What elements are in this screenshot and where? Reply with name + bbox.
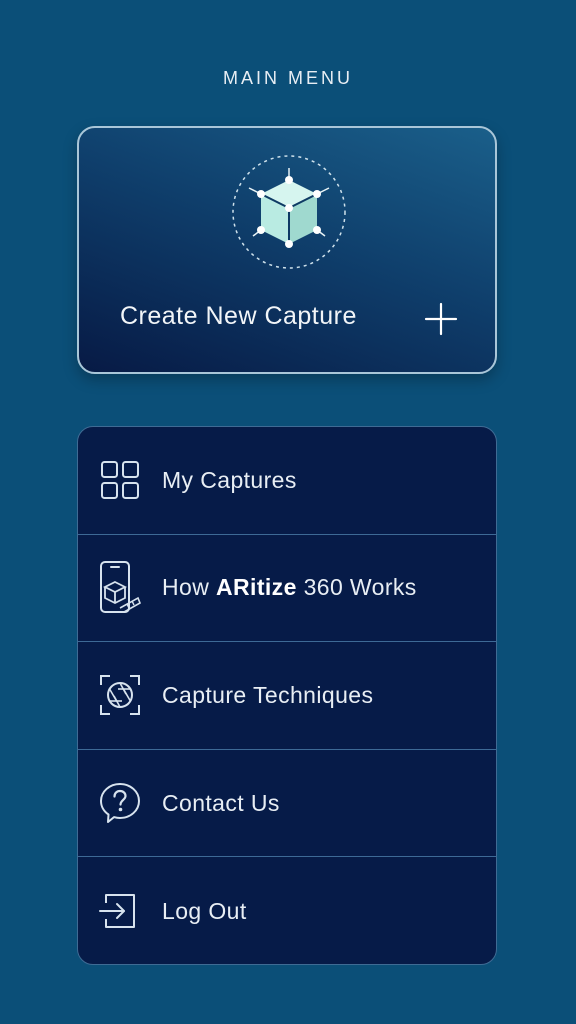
- help-bubble-icon: [98, 775, 142, 831]
- menu-item-label: Log Out: [162, 897, 247, 924]
- menu-item-capture-techniques[interactable]: Capture Techniques: [78, 642, 496, 750]
- menu-item-contact-us[interactable]: Contact Us: [78, 750, 496, 858]
- camera-aperture-icon: [98, 667, 142, 723]
- menu-item-log-out[interactable]: Log Out: [78, 857, 496, 964]
- grid-icon: [98, 452, 142, 508]
- page-title: MAIN MENU: [223, 68, 353, 88]
- menu-item-how-it-works[interactable]: How ARitize 360 Works: [78, 535, 496, 643]
- menu-item-label: My Captures: [162, 466, 297, 493]
- cube-icon: [231, 154, 347, 270]
- menu-item-label: How ARitize 360 Works: [162, 574, 417, 601]
- menu-item-label: Contact Us: [162, 789, 280, 816]
- create-new-capture-card[interactable]: Create New Capture: [77, 126, 497, 374]
- menu-item-label: Capture Techniques: [162, 681, 374, 708]
- plus-icon[interactable]: [424, 302, 458, 336]
- logout-icon: [98, 883, 142, 939]
- phone-cube-icon: [98, 560, 142, 616]
- main-menu-list: My Captures How ARitize 360 Works Captur…: [77, 426, 497, 965]
- menu-item-my-captures[interactable]: My Captures: [78, 427, 496, 535]
- create-new-capture-label: Create New Capture: [120, 302, 357, 330]
